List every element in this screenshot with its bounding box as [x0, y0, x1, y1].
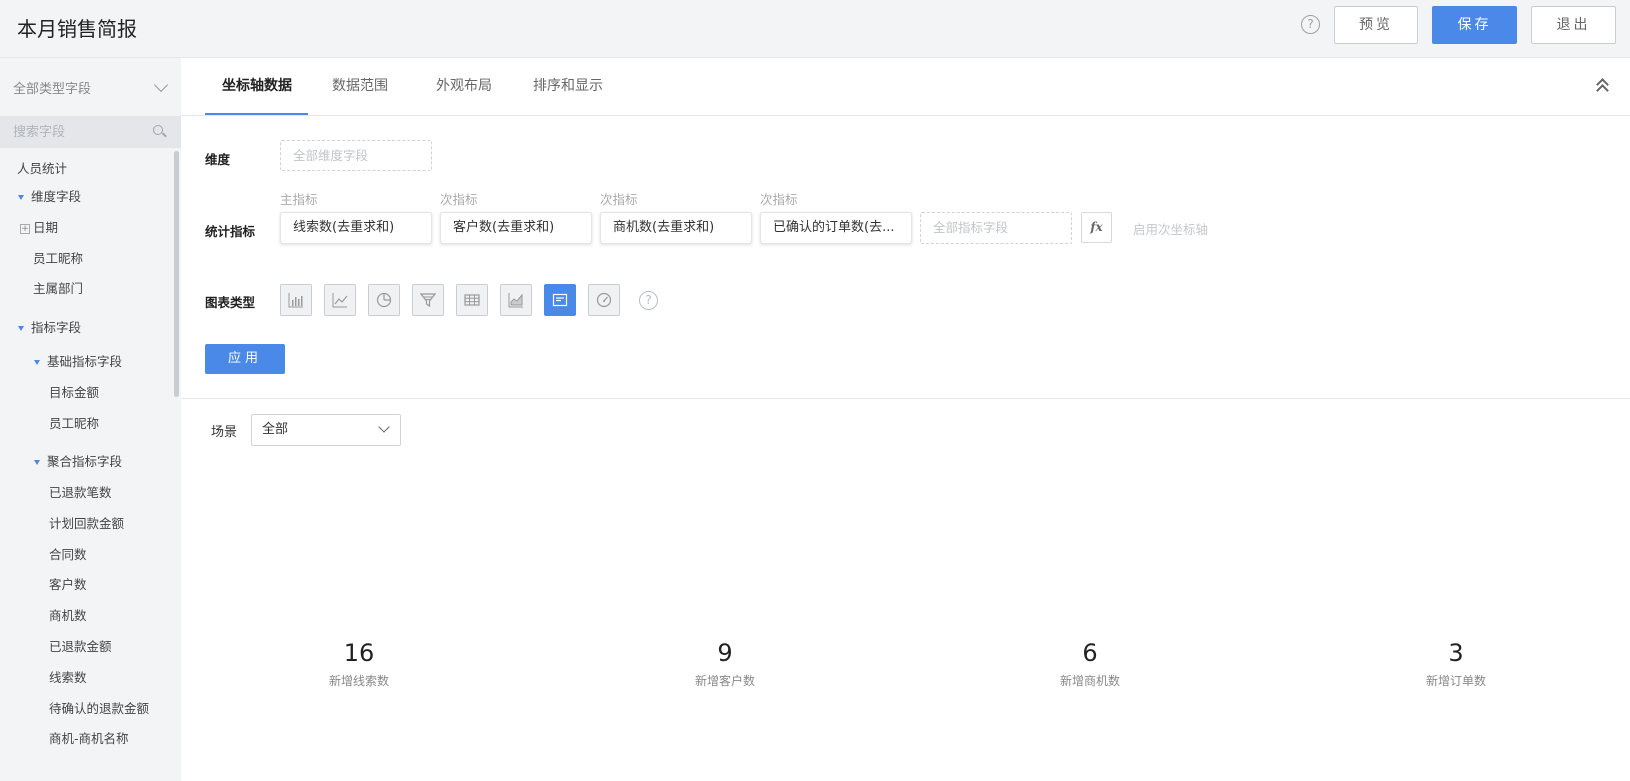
kpi-caption: 新增客户数: [694, 674, 755, 688]
config-tabs: 坐标轴数据 数据范围 外观布局 排序和显示: [181, 58, 1630, 116]
chevron-down-icon: [153, 77, 169, 93]
field-search: [0, 116, 181, 148]
metric-head-secondary: 次指标: [440, 192, 478, 207]
area-chart-icon[interactable]: [500, 284, 532, 316]
tree-item-label: 维度字段: [31, 189, 82, 204]
field-type-filter[interactable]: 全部类型字段: [13, 77, 169, 102]
caret-down-icon: [18, 195, 24, 200]
chevron-down-icon: [378, 421, 390, 433]
tree-item-label: 基础指标字段: [47, 354, 123, 369]
kpi-value: 3: [1448, 639, 1464, 667]
funnel-chart-icon[interactable]: [412, 284, 444, 316]
collapse-up-icon[interactable]: [1595, 76, 1611, 97]
quit-button[interactable]: 退出: [1531, 6, 1616, 44]
kpi-caption: 新增线索数: [328, 674, 389, 688]
field-search-input[interactable]: [13, 122, 143, 142]
tree-item-customer-count[interactable]: 客户数: [49, 574, 87, 593]
tree-item-target-amount[interactable]: 目标金额: [49, 382, 99, 401]
metric-chip-orders[interactable]: 已确认的订单数(去...: [760, 212, 912, 244]
formula-button[interactable]: fx: [1081, 212, 1112, 243]
page-title: 本月销售简报: [17, 17, 137, 41]
dimension-label: 维度: [205, 152, 231, 167]
tab-data-range[interactable]: 数据范围: [332, 75, 388, 95]
scene-select[interactable]: 全部: [251, 414, 401, 446]
chart-type-label: 图表类型: [205, 295, 256, 310]
tree-item-employee-nickname[interactable]: 员工昵称: [33, 248, 83, 267]
kpi-card: 9 新增客户数: [645, 636, 805, 689]
active-tab-indicator: [205, 113, 308, 115]
metric-drop-zone[interactable]: 全部指标字段: [920, 212, 1072, 244]
kpi-value: 16: [343, 639, 375, 667]
kpi-card: 16 新增线索数: [279, 636, 439, 689]
caret-down-icon: [34, 460, 40, 465]
tree-item-label: 聚合指标字段: [47, 454, 123, 469]
tab-appearance[interactable]: 外观布局: [436, 75, 492, 95]
kpi-card: 6 新增商机数: [1010, 636, 1170, 689]
pie-chart-icon[interactable]: [368, 284, 400, 316]
kpi-value: 6: [1082, 639, 1098, 667]
tree-item-pending-refund-amount[interactable]: 待确认的退款金额: [49, 698, 149, 717]
tree-item-contract-count[interactable]: 合同数: [49, 544, 87, 563]
preview-button[interactable]: 预览: [1334, 6, 1418, 44]
sidebar-scrollbar[interactable]: [174, 151, 179, 397]
kpi-caption: 新增商机数: [1059, 674, 1120, 688]
tree-item-planned-payment[interactable]: 计划回款金额: [49, 513, 124, 532]
save-button[interactable]: 保存: [1432, 6, 1517, 44]
apply-button[interactable]: 应用: [205, 344, 285, 374]
scene-label: 场景: [211, 425, 238, 440]
metric-chip-leads[interactable]: 线索数(去重求和): [280, 212, 432, 244]
tree-item-refunded-amount[interactable]: 已退款金额: [49, 636, 112, 655]
section-divider: [181, 398, 1630, 399]
metrics-label: 统计指标: [205, 224, 256, 239]
metric-head-secondary: 次指标: [760, 192, 798, 207]
metric-chip-opportunities[interactable]: 商机数(去重求和): [600, 212, 752, 244]
tree-item-root[interactable]: 人员统计: [17, 158, 67, 177]
gauge-chart-icon[interactable]: [588, 284, 620, 316]
caret-down-icon: [18, 326, 24, 331]
field-type-filter-label: 全部类型字段: [13, 82, 92, 97]
help-icon[interactable]: ?: [1301, 15, 1320, 34]
caret-down-icon: [34, 360, 40, 365]
search-icon[interactable]: [153, 125, 163, 135]
tree-item-aggregate-group[interactable]: 聚合指标字段: [34, 451, 122, 470]
tree-item-basic-group[interactable]: 基础指标字段: [34, 351, 122, 370]
tree-item-lead-count[interactable]: 线索数: [49, 667, 87, 686]
expand-plus-icon[interactable]: +: [20, 223, 30, 234]
kpi-card-icon[interactable]: [544, 284, 576, 316]
kpi-card: 3 新增订单数: [1376, 636, 1536, 689]
scene-select-value: 全部: [262, 422, 289, 437]
kpi-value: 9: [717, 639, 733, 667]
tree-item-label: 指标字段: [31, 320, 82, 335]
table-chart-icon[interactable]: [456, 284, 488, 316]
tab-axis-data[interactable]: 坐标轴数据: [222, 75, 292, 95]
tree-item-date[interactable]: + 日期: [20, 217, 58, 236]
tree-item-opportunity-count[interactable]: 商机数: [49, 605, 87, 624]
tree-item-employee-nickname-2[interactable]: 员工昵称: [49, 413, 99, 432]
metric-head-secondary: 次指标: [600, 192, 638, 207]
tree-item-owner-department[interactable]: 主属部门: [33, 278, 83, 297]
dimension-drop-zone[interactable]: 全部维度字段: [280, 140, 432, 171]
tree-item-refunded-count[interactable]: 已退款笔数: [49, 482, 112, 501]
tree-item-metric-group[interactable]: 指标字段: [18, 317, 81, 336]
tree-item-opportunity-name[interactable]: 商机-商机名称: [49, 728, 129, 747]
chart-type-help-icon[interactable]: ?: [639, 291, 658, 310]
field-sidebar: 全部类型字段 人员统计 维度字段 +日期 员工昵称 主属部门 指标字段 基础指标…: [0, 58, 181, 781]
top-header: 本月销售简报 ? 预览 保存 退出: [0, 0, 1630, 58]
secondary-axis-toggle[interactable]: 启用次坐标轴: [1133, 219, 1208, 238]
line-chart-icon[interactable]: [324, 284, 356, 316]
kpi-caption: 新增订单数: [1425, 674, 1486, 688]
tab-sort-display[interactable]: 排序和显示: [533, 75, 603, 95]
metric-head-primary: 主指标: [280, 192, 318, 207]
metric-chip-customers[interactable]: 客户数(去重求和): [440, 212, 592, 244]
bar-chart-icon[interactable]: [280, 284, 312, 316]
tree-item-label: 日期: [33, 220, 59, 235]
tree-item-dimension-group[interactable]: 维度字段: [18, 186, 81, 205]
